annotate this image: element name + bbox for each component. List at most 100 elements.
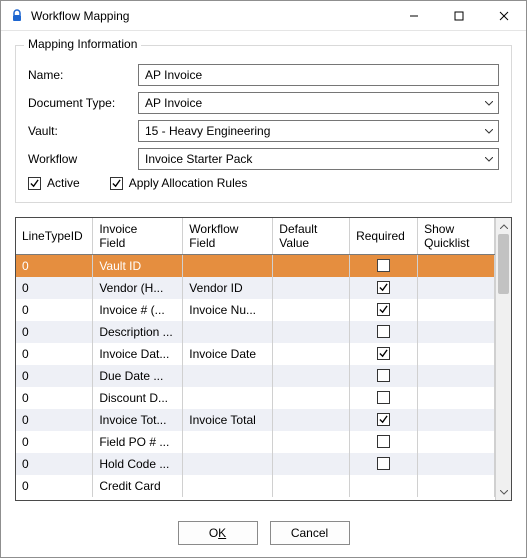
cell-required[interactable] — [350, 387, 418, 409]
column-header-workflowField[interactable]: WorkflowField — [183, 218, 273, 255]
required-checkbox[interactable] — [377, 281, 390, 294]
cell-workflowField[interactable]: Invoice Total — [183, 409, 273, 431]
cell-showQuicklist[interactable] — [418, 387, 495, 409]
maximize-button[interactable] — [436, 1, 481, 30]
required-checkbox[interactable] — [377, 391, 390, 404]
workflow-select[interactable]: Invoice Starter Pack — [138, 148, 499, 170]
cell-lineTypeId[interactable]: 0 — [16, 431, 93, 453]
cell-workflowField[interactable]: Invoice Date — [183, 343, 273, 365]
cancel-button[interactable]: Cancel — [270, 521, 350, 545]
required-checkbox[interactable] — [377, 325, 390, 338]
cell-required[interactable] — [350, 409, 418, 431]
cell-workflowField[interactable]: Vendor ID — [183, 277, 273, 299]
required-checkbox[interactable] — [377, 413, 390, 426]
cell-defaultValue[interactable] — [273, 409, 350, 431]
cell-lineTypeId[interactable]: 0 — [16, 387, 93, 409]
cell-defaultValue[interactable] — [273, 431, 350, 453]
cell-invoiceField[interactable]: Vendor (H... — [93, 277, 183, 299]
doc-type-select[interactable]: AP Invoice — [138, 92, 499, 114]
cell-invoiceField[interactable]: Due Date ... — [93, 365, 183, 387]
scroll-down-icon[interactable] — [496, 484, 511, 500]
cell-required[interactable] — [350, 277, 418, 299]
cell-workflowField[interactable] — [183, 365, 273, 387]
minimize-button[interactable] — [391, 1, 436, 30]
cell-defaultValue[interactable] — [273, 475, 350, 497]
cell-defaultValue[interactable] — [273, 255, 350, 277]
table-row[interactable]: 0Description ... — [16, 321, 495, 343]
table-row[interactable]: 0Due Date ... — [16, 365, 495, 387]
cell-invoiceField[interactable]: Credit Card — [93, 475, 183, 497]
cell-showQuicklist[interactable] — [418, 409, 495, 431]
cell-showQuicklist[interactable] — [418, 321, 495, 343]
cell-workflowField[interactable] — [183, 453, 273, 475]
column-header-required[interactable]: Required — [350, 218, 418, 255]
cell-lineTypeId[interactable]: 0 — [16, 343, 93, 365]
cell-required[interactable] — [350, 299, 418, 321]
scrollbar-thumb[interactable] — [498, 234, 509, 294]
cell-showQuicklist[interactable] — [418, 255, 495, 277]
cell-defaultValue[interactable] — [273, 365, 350, 387]
required-checkbox[interactable] — [377, 259, 390, 272]
cell-showQuicklist[interactable] — [418, 365, 495, 387]
cell-invoiceField[interactable]: Hold Code ... — [93, 453, 183, 475]
apply-allocation-checkbox[interactable] — [110, 177, 123, 190]
table-row[interactable]: 0Credit Card — [16, 475, 495, 497]
cell-workflowField[interactable] — [183, 387, 273, 409]
cell-showQuicklist[interactable] — [418, 431, 495, 453]
cell-workflowField[interactable] — [183, 431, 273, 453]
cell-lineTypeId[interactable]: 0 — [16, 299, 93, 321]
name-input[interactable] — [138, 64, 499, 86]
cell-showQuicklist[interactable] — [418, 299, 495, 321]
table-row[interactable]: 0Discount D... — [16, 387, 495, 409]
close-button[interactable] — [481, 1, 526, 30]
cell-showQuicklist[interactable] — [418, 343, 495, 365]
cell-required[interactable] — [350, 343, 418, 365]
cell-invoiceField[interactable]: Description ... — [93, 321, 183, 343]
column-header-invoiceField[interactable]: InvoiceField — [93, 218, 183, 255]
column-header-showQuicklist[interactable]: ShowQuicklist — [418, 218, 495, 255]
cell-workflowField[interactable]: Invoice Nu... — [183, 299, 273, 321]
cell-required[interactable] — [350, 431, 418, 453]
cell-required[interactable] — [350, 453, 418, 475]
cell-lineTypeId[interactable]: 0 — [16, 255, 93, 277]
cell-showQuicklist[interactable] — [418, 453, 495, 475]
cell-invoiceField[interactable]: Invoice Tot... — [93, 409, 183, 431]
cell-lineTypeId[interactable]: 0 — [16, 453, 93, 475]
cell-invoiceField[interactable]: Field PO # ... — [93, 431, 183, 453]
table-row[interactable]: 0Invoice # (...Invoice Nu... — [16, 299, 495, 321]
cell-required[interactable] — [350, 475, 418, 497]
active-checkbox[interactable] — [28, 177, 41, 190]
cell-defaultValue[interactable] — [273, 321, 350, 343]
required-checkbox[interactable] — [377, 303, 390, 316]
cell-showQuicklist[interactable] — [418, 475, 495, 497]
cell-invoiceField[interactable]: Discount D... — [93, 387, 183, 409]
cell-invoiceField[interactable]: Vault ID — [93, 255, 183, 277]
required-checkbox[interactable] — [377, 435, 390, 448]
required-checkbox[interactable] — [377, 347, 390, 360]
cell-workflowField[interactable] — [183, 255, 273, 277]
cell-invoiceField[interactable]: Invoice # (... — [93, 299, 183, 321]
column-header-defaultValue[interactable]: DefaultValue — [273, 218, 350, 255]
required-checkbox[interactable] — [377, 369, 390, 382]
required-checkbox[interactable] — [377, 457, 390, 470]
cell-lineTypeId[interactable]: 0 — [16, 321, 93, 343]
cell-lineTypeId[interactable]: 0 — [16, 365, 93, 387]
cell-required[interactable] — [350, 255, 418, 277]
ok-button[interactable]: OK — [178, 521, 258, 545]
vertical-scrollbar[interactable] — [495, 218, 511, 500]
scroll-up-icon[interactable] — [496, 218, 511, 234]
cell-required[interactable] — [350, 321, 418, 343]
cell-workflowField[interactable] — [183, 475, 273, 497]
cell-lineTypeId[interactable]: 0 — [16, 475, 93, 497]
table-row[interactable]: 0Invoice Tot...Invoice Total — [16, 409, 495, 431]
cell-showQuicklist[interactable] — [418, 277, 495, 299]
table-row[interactable]: 0Invoice Dat...Invoice Date — [16, 343, 495, 365]
cell-lineTypeId[interactable]: 0 — [16, 277, 93, 299]
cell-defaultValue[interactable] — [273, 387, 350, 409]
cell-defaultValue[interactable] — [273, 343, 350, 365]
cell-defaultValue[interactable] — [273, 299, 350, 321]
table-row[interactable]: 0Vendor (H...Vendor ID — [16, 277, 495, 299]
cell-defaultValue[interactable] — [273, 453, 350, 475]
cell-required[interactable] — [350, 365, 418, 387]
cell-invoiceField[interactable]: Invoice Dat... — [93, 343, 183, 365]
